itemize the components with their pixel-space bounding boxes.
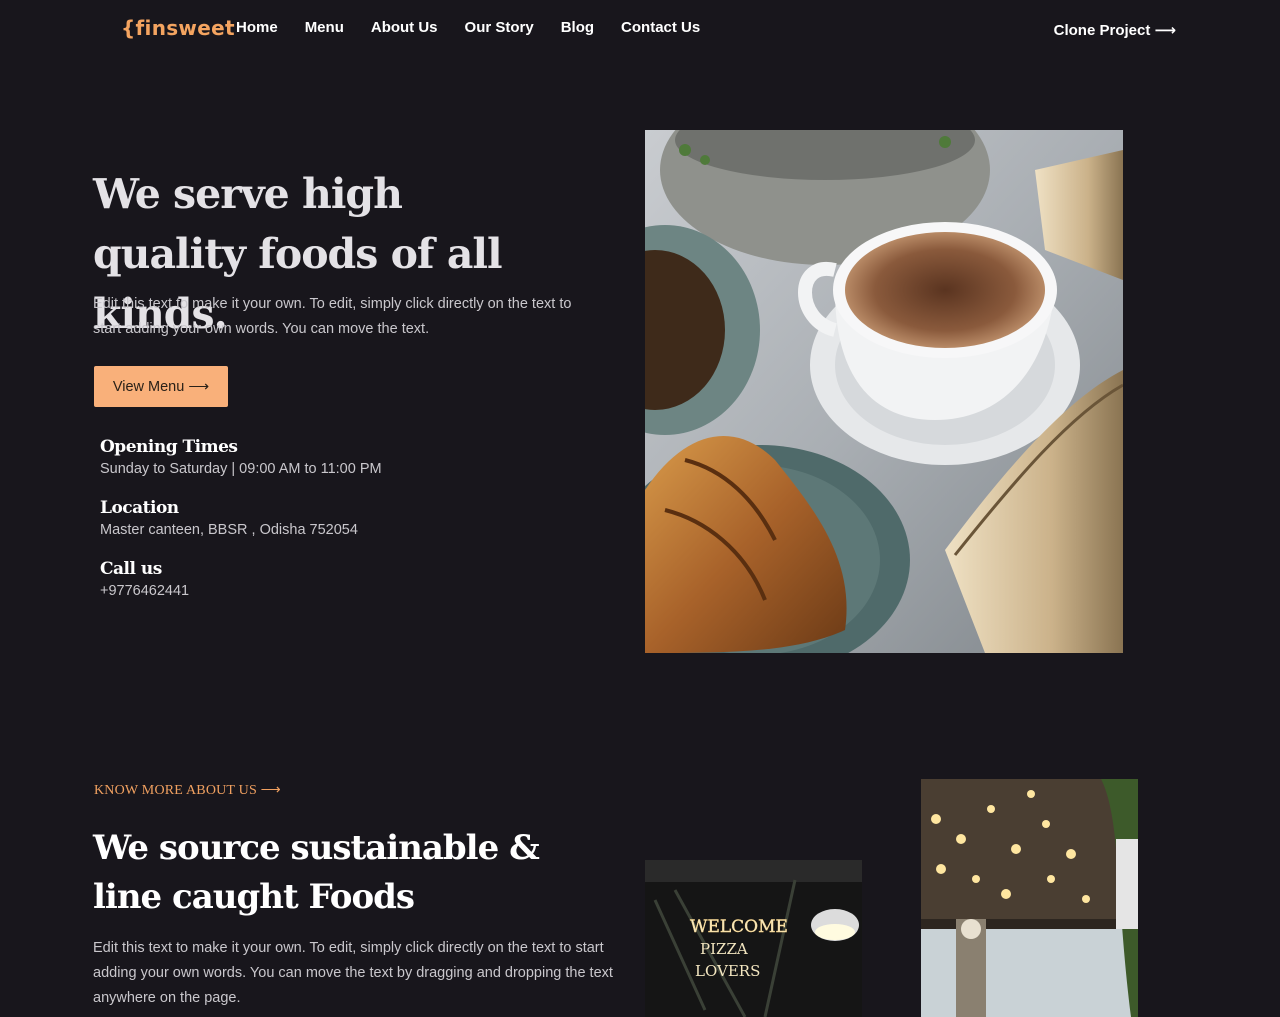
opening-times-value: Sunday to Saturday | 09:00 AM to 11:00 P… bbox=[100, 461, 382, 477]
phone-number[interactable]: +9776462441 bbox=[100, 583, 520, 599]
nav-link-menu[interactable]: Menu bbox=[305, 19, 344, 36]
about-title: We source sustainable & line caught Food… bbox=[93, 828, 540, 917]
location-block: Location Master canteen, BBSR , Odisha 7… bbox=[100, 498, 520, 538]
main-nav: Home Menu About Us Our Story Blog Contac… bbox=[236, 19, 727, 36]
about-description: Edit this text to make it your own. To e… bbox=[93, 940, 613, 1006]
opening-times-heading: Opening Times bbox=[100, 437, 238, 457]
view-menu-button[interactable]: View Menu ⟶ bbox=[94, 366, 228, 407]
nav-link-contact-us[interactable]: Contact Us bbox=[621, 19, 700, 36]
call-us-heading: Call us bbox=[100, 559, 162, 579]
location-heading: Location bbox=[100, 498, 179, 518]
hero-description: Edit this text to make it your own. To e… bbox=[93, 296, 572, 337]
nav-link-our-story[interactable]: Our Story bbox=[465, 19, 534, 36]
neon-sign-image: WELCOME PIZZA LOVERS bbox=[645, 860, 862, 1017]
svg-text:PIZZA: PIZZA bbox=[700, 940, 748, 958]
clone-project-link[interactable]: Clone Project ⟶ bbox=[1054, 21, 1176, 39]
brand-logo[interactable]: {finsweet bbox=[121, 16, 235, 40]
svg-text:WELCOME: WELCOME bbox=[690, 917, 788, 937]
svg-text:LOVERS: LOVERS bbox=[695, 962, 760, 980]
nav-link-home[interactable]: Home bbox=[236, 19, 278, 36]
know-more-link[interactable]: KNOW MORE ABOUT US ⟶ bbox=[94, 782, 281, 799]
page: {finsweet Home Menu About Us Our Story B… bbox=[0, 0, 1280, 1017]
cafe-interior-image bbox=[921, 779, 1138, 1017]
coffee-croissant-image bbox=[645, 130, 1123, 653]
location-value: Master canteen, BBSR , Odisha 752054 bbox=[100, 522, 358, 538]
nav-link-blog[interactable]: Blog bbox=[561, 19, 594, 36]
opening-times-block: Opening Times Sunday to Saturday | 09:00… bbox=[100, 437, 520, 477]
call-us-block: Call us +9776462441 bbox=[100, 559, 520, 599]
nav-link-about-us[interactable]: About Us bbox=[371, 19, 438, 36]
